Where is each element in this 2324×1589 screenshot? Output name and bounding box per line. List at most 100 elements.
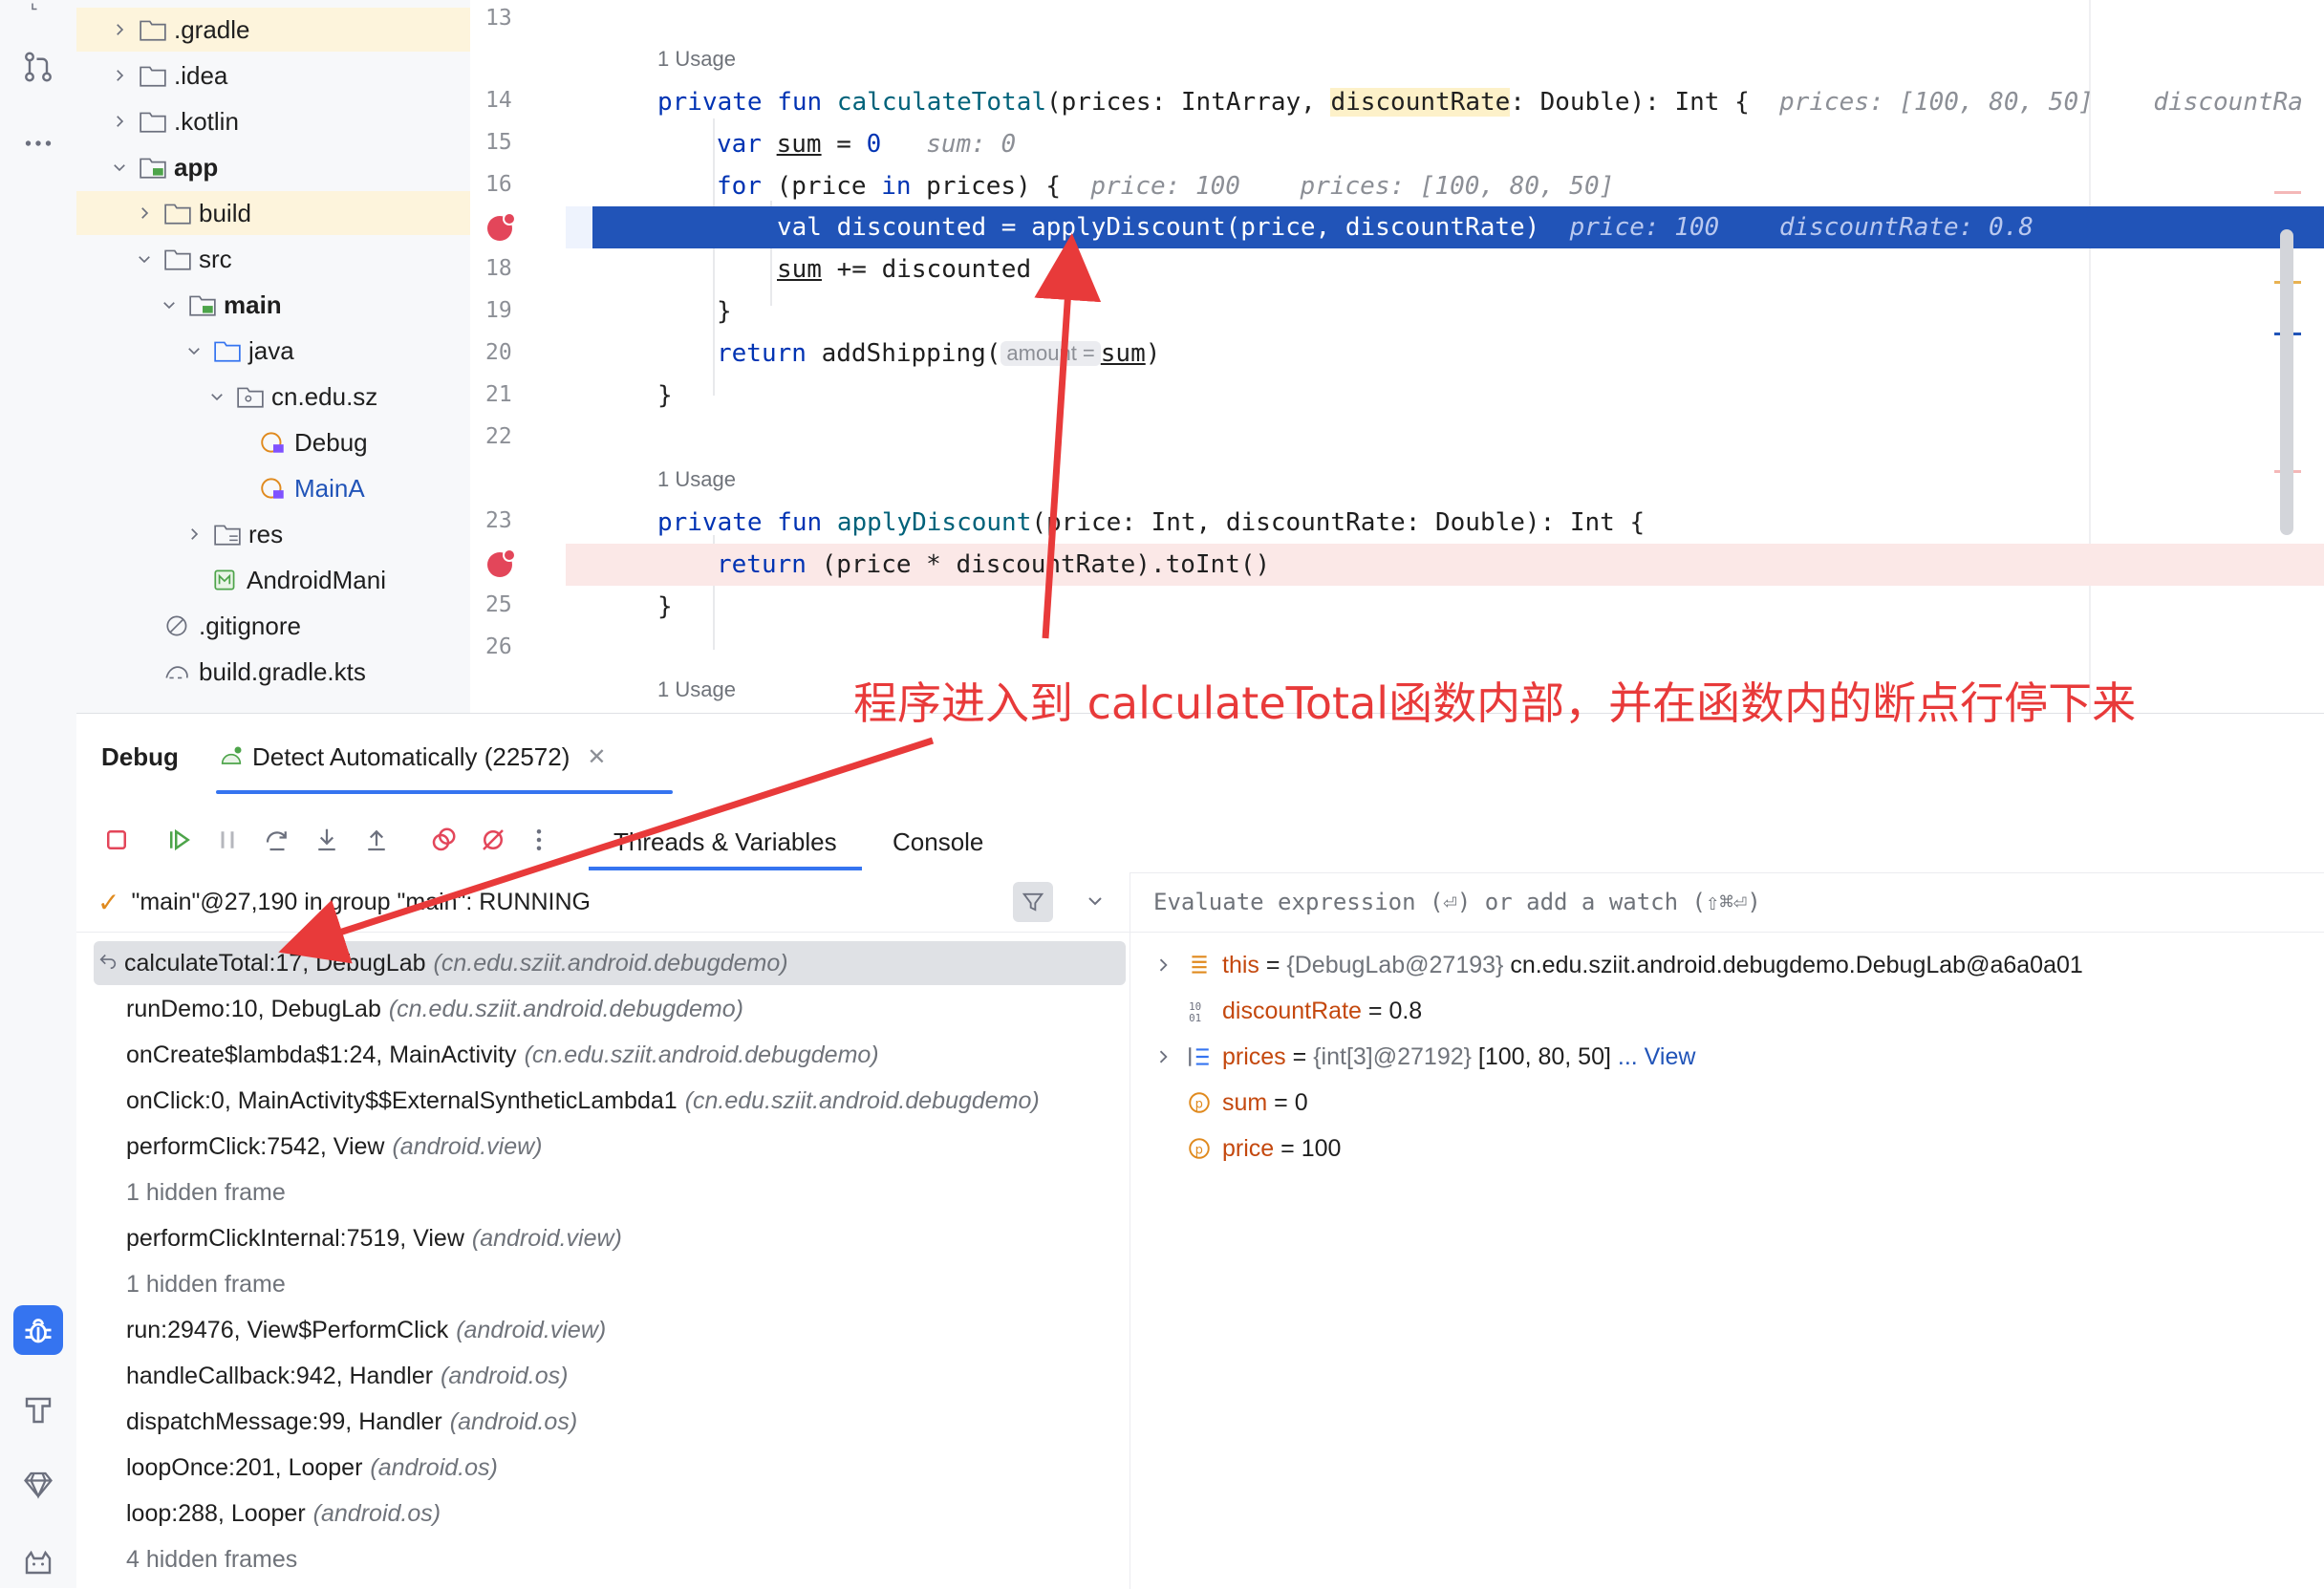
stack-frame[interactable]: 4 hidden frames	[94, 1537, 1126, 1581]
variable-link[interactable]: ... View	[1611, 1043, 1696, 1071]
more-icon[interactable]	[13, 118, 63, 168]
code-editor[interactable]: 1 Usage private fun calculateTotal (price…	[592, 0, 2324, 713]
stack-frame[interactable]: runDemo:10, DebugLab (cn.edu.sziit.androi…	[94, 987, 1126, 1031]
tab-threads-variables[interactable]: Threads & Variables	[613, 821, 837, 863]
breakpoint-icon[interactable]	[487, 212, 516, 241]
stack-frame[interactable]: performClickInternal:7519, View (android.…	[94, 1216, 1126, 1260]
tree-item[interactable]: java	[76, 329, 470, 373]
code-line-25[interactable]: }	[592, 586, 2324, 628]
line-number[interactable]: 26	[485, 634, 543, 659]
tree-item[interactable]: AndroidMani	[76, 558, 470, 602]
line-number[interactable]: 23	[485, 508, 543, 533]
tree-item[interactable]: cn.edu.sz	[76, 375, 470, 419]
gem-icon[interactable]	[13, 1460, 63, 1510]
step-out-button[interactable]	[359, 823, 394, 857]
code-line-16[interactable]: for (price in prices) { price: 100 price…	[592, 165, 2324, 207]
tree-item[interactable]: MainA	[76, 466, 470, 510]
editor-scrollbar[interactable]	[2280, 229, 2293, 535]
code-line-19[interactable]: }	[592, 290, 2324, 333]
chevron-right-icon[interactable]	[109, 19, 130, 40]
error-stripe-marker[interactable]	[2274, 191, 2301, 194]
line-number[interactable]: 19	[485, 298, 543, 323]
chevron-right-icon[interactable]	[183, 524, 204, 545]
chevron-right-icon[interactable]	[1150, 1043, 1176, 1070]
logcat-icon[interactable]	[13, 1536, 63, 1586]
tab-console[interactable]: Console	[893, 821, 983, 863]
debug-icon[interactable]	[13, 1305, 63, 1355]
code-line-23[interactable]: private fun applyDiscount (price: Int, di…	[592, 502, 2324, 544]
tree-item[interactable]: build.gradle.kts	[76, 650, 470, 694]
chevron-down-icon[interactable]	[159, 294, 180, 315]
code-line-20[interactable]: return addShipping(amount = sum)	[592, 333, 2324, 375]
step-into-button[interactable]	[310, 823, 344, 857]
step-over-button[interactable]	[260, 823, 294, 857]
variable-row[interactable]: this = {DebugLab@27193} cn.edu.sziit.and…	[1150, 943, 2083, 987]
line-number[interactable]: 20	[485, 340, 543, 365]
usage-hint[interactable]: 1 Usage	[592, 38, 2324, 80]
build-icon[interactable]	[13, 1385, 63, 1435]
variable-row[interactable]: p price = 100	[1150, 1127, 1341, 1170]
stack-frame[interactable]: 1 hidden frame	[94, 1170, 1126, 1214]
chevron-right-icon[interactable]	[109, 111, 130, 132]
line-number[interactable]: 18	[485, 256, 543, 281]
stack-frame[interactable]: performClick:7542, View (android.view)	[94, 1125, 1126, 1169]
tree-item[interactable]: .kotlin	[76, 99, 470, 143]
line-number[interactable]: 15	[485, 130, 543, 155]
stack-frame[interactable]: loopOnce:201, Looper (android.os)	[94, 1446, 1126, 1490]
chevron-down-icon[interactable]	[206, 386, 227, 407]
pull-requests-icon[interactable]	[13, 42, 63, 92]
stack-frame[interactable]: 1 hidden frame	[94, 1262, 1126, 1306]
breakpoint-line[interactable]: return (price * discountRate).toInt()	[592, 544, 2324, 586]
chevron-right-icon[interactable]	[134, 203, 155, 224]
mute-breakpoints-button[interactable]	[476, 823, 510, 857]
tree-item[interactable]: res	[76, 512, 470, 556]
line-number[interactable]: 14	[485, 88, 543, 113]
close-tab-icon[interactable]: ✕	[587, 743, 606, 771]
code-line-21[interactable]: }	[592, 375, 2324, 417]
line-number[interactable]: 21	[485, 382, 543, 407]
view-breakpoints-button[interactable]	[426, 823, 461, 857]
code-line-14[interactable]: private fun calculateTotal (prices: IntAr…	[592, 81, 2324, 123]
chevron-down-icon[interactable]	[1084, 890, 1107, 919]
code-line-15[interactable]: var sum = 0 sum: 0	[592, 123, 2324, 165]
tree-item[interactable]: build	[76, 191, 470, 235]
tree-item[interactable]: main	[76, 283, 470, 327]
stack-frame[interactable]: calculateTotal:17, DebugLab (cn.edu.sziit…	[94, 941, 1126, 985]
execution-point-line[interactable]: val discounted = applyDiscount(price, di…	[592, 206, 2324, 248]
resume-button[interactable]	[162, 823, 197, 857]
line-number[interactable]: 16	[485, 172, 543, 197]
variable-row[interactable]: prices = {int[3]@27192} [100, 80, 50] ..…	[1150, 1035, 1695, 1079]
line-number[interactable]: 25	[485, 592, 543, 617]
chevron-down-icon[interactable]	[134, 248, 155, 269]
stack-frame[interactable]: onCreate$lambda$1:24, MainActivity (cn.ed…	[94, 1033, 1126, 1077]
tree-item[interactable]: app	[76, 145, 470, 189]
tree-item[interactable]: .gitignore	[76, 604, 470, 648]
chevron-down-icon[interactable]	[183, 340, 204, 361]
chevron-down-icon[interactable]	[109, 157, 130, 178]
line-number[interactable]: 22	[485, 424, 543, 449]
thread-selector[interactable]: ✓ "main"@27,190 in group "main": RUNNING	[76, 872, 1130, 933]
evaluate-expression-input[interactable]: Evaluate expression (⏎) or add a watch (…	[1130, 872, 2324, 933]
chevron-right-icon[interactable]	[109, 65, 130, 86]
more-options-icon[interactable]	[522, 823, 556, 857]
stack-frame[interactable]: dispatchMessage:99, Handler (android.os)	[94, 1400, 1126, 1444]
code-line-18[interactable]: sum += discounted	[592, 248, 2324, 290]
pause-button[interactable]	[210, 823, 245, 857]
filter-icon[interactable]	[1013, 882, 1053, 922]
debug-session-tab[interactable]: Detect Automatically (22572) ✕	[216, 733, 607, 781]
tree-item[interactable]: .idea	[76, 54, 470, 97]
variable-row[interactable]: 10 01 discountRate = 0.8	[1150, 989, 1422, 1033]
structure-icon[interactable]	[13, 0, 63, 21]
usage-hint[interactable]: 1 Usage	[592, 459, 2324, 501]
stop-button[interactable]	[99, 823, 134, 857]
tree-item[interactable]: .gradle	[76, 8, 470, 52]
chevron-right-icon[interactable]	[1150, 952, 1176, 978]
stack-frame[interactable]: handleCallback:942, Handler (android.os)	[94, 1354, 1126, 1398]
variable-row[interactable]: p sum = 0	[1150, 1081, 1308, 1125]
tree-item[interactable]: Debug	[76, 420, 470, 464]
stack-frame[interactable]: onClick:0, MainActivity$$ExternalSynthet…	[94, 1079, 1126, 1123]
stack-frame[interactable]: run:29476, View$PerformClick (android.vie…	[94, 1308, 1126, 1352]
breakpoint-icon[interactable]	[487, 548, 516, 577]
stack-frame[interactable]: loop:288, Looper (android.os)	[94, 1492, 1126, 1535]
tree-item[interactable]: src	[76, 237, 470, 281]
